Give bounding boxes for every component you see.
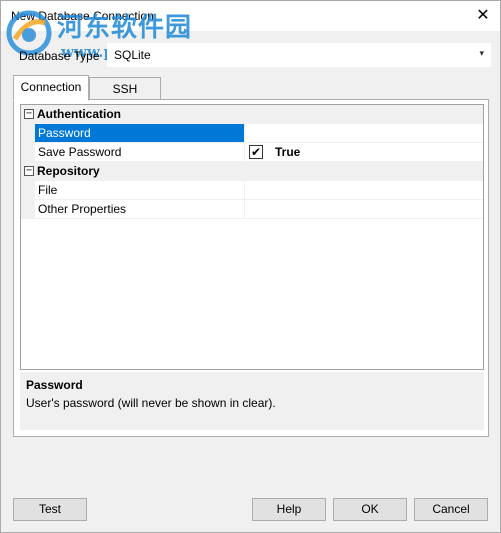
row-gutter (21, 143, 35, 162)
property-row-other-properties[interactable]: Other Properties (21, 200, 483, 219)
property-value-password[interactable] (245, 124, 483, 143)
property-grid: − Authentication Password Save Password … (20, 104, 484, 370)
help-button[interactable]: Help (252, 498, 326, 521)
connection-tab-panel: − Authentication Password Save Password … (13, 99, 489, 437)
database-type-select[interactable]: SQLite ▾ (107, 43, 491, 67)
tab-connection[interactable]: Connection (13, 75, 89, 101)
save-password-checkbox[interactable]: ✔ (249, 145, 263, 159)
ok-button[interactable]: OK (333, 498, 407, 521)
description-text: User's password (will never be shown in … (26, 396, 276, 410)
category-row-authentication[interactable]: − Authentication (21, 105, 483, 124)
collapse-icon[interactable]: − (24, 109, 34, 119)
database-type-value: SQLite (114, 48, 151, 62)
tab-ssh[interactable]: SSH (89, 77, 161, 101)
close-icon[interactable]: ✕ (472, 5, 494, 27)
description-title: Password (26, 378, 83, 392)
test-button[interactable]: Test (13, 498, 87, 521)
title-bar: New Database Connection ✕ (1, 1, 500, 31)
category-row-repository[interactable]: − Repository (21, 162, 483, 181)
row-gutter (21, 124, 35, 143)
row-gutter (21, 200, 35, 219)
category-label: Authentication (37, 107, 121, 121)
property-value-other-properties[interactable] (245, 200, 483, 219)
chevron-down-icon: ▾ (479, 48, 484, 58)
category-label: Repository (37, 164, 100, 178)
cancel-button[interactable]: Cancel (414, 498, 488, 521)
row-gutter (21, 181, 35, 200)
window-title: New Database Connection (11, 9, 154, 23)
property-name-password[interactable]: Password (35, 124, 245, 143)
property-row-save-password[interactable]: Save Password ✔ True (21, 143, 483, 162)
property-value-save-password[interactable]: ✔ True (245, 143, 483, 162)
property-row-password[interactable]: Password (21, 124, 483, 143)
dialog-window: New Database Connection ✕ 河东软件园 www.pc03… (0, 0, 501, 533)
database-type-label: Database Type (19, 49, 100, 63)
property-description-panel: Password User's password (will never be … (20, 372, 484, 430)
property-row-file[interactable]: File (21, 181, 483, 200)
collapse-icon[interactable]: − (24, 166, 34, 176)
property-name-other-properties[interactable]: Other Properties (35, 200, 245, 219)
property-name-save-password[interactable]: Save Password (35, 143, 245, 162)
property-value-file[interactable] (245, 181, 483, 200)
save-password-value: True (275, 145, 301, 159)
property-name-file[interactable]: File (35, 181, 245, 200)
